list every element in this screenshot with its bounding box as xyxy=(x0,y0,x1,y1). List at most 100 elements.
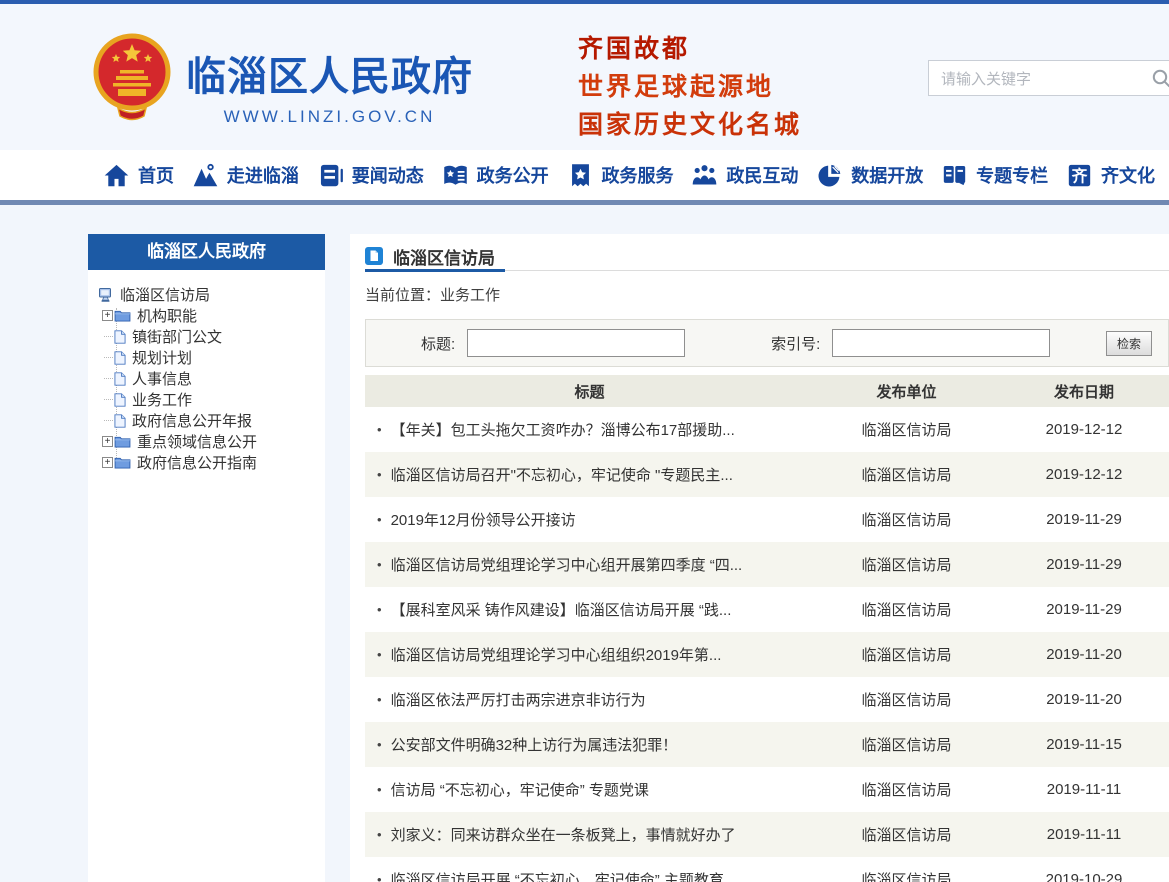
table-row[interactable]: • 临淄区依法严厉打击两宗进京非访行为 临淄区信访局 2019-11-20 xyxy=(365,677,1169,722)
sidebar-header: 临淄区人民政府 xyxy=(88,234,325,270)
nav-icon xyxy=(941,162,968,189)
search-icon[interactable] xyxy=(1151,68,1169,88)
table-row[interactable]: • 【展科室风采 铸作风建设】临淄区信访局开展 “践... 临淄区信访局 201… xyxy=(365,587,1169,632)
nav-label: 走进临淄 xyxy=(227,162,299,188)
nav-item[interactable]: 专题专栏 xyxy=(941,162,1048,189)
main-content: 临淄区信访局 当前位置：业务工作 标题: 索引号: 检索 标题 发布单位 发布日… xyxy=(350,234,1169,882)
article-title[interactable]: 临淄区信访局开展 “不忘初心、牢记使命” 主题教育... xyxy=(391,869,737,882)
breadcrumb-current[interactable]: 业务工作 xyxy=(440,287,500,304)
tree-item[interactable]: 业务工作 xyxy=(98,389,325,410)
expand-toggle-icon[interactable] xyxy=(98,310,114,321)
expand-toggle-icon[interactable] xyxy=(98,436,114,447)
bullet-icon: • xyxy=(377,782,382,797)
table-row[interactable]: • 公安部文件明确32种上访行为属违法犯罪！ 临淄区信访局 2019-11-15 xyxy=(365,722,1169,767)
expand-toggle-icon[interactable] xyxy=(98,420,114,421)
nav-item[interactable]: 走进临淄 xyxy=(192,162,299,189)
nav-item[interactable]: 政务服务 xyxy=(567,162,674,189)
nav-item[interactable]: 要闻动态 xyxy=(317,162,424,189)
tree-item[interactable]: 重点领域信息公开 xyxy=(98,431,325,452)
index-filter-input[interactable] xyxy=(832,329,1050,357)
publish-unit: 临淄区信访局 xyxy=(814,509,999,530)
article-title[interactable]: 【年关】包工头拖欠工资咋办？淄博公布17部援助... xyxy=(391,419,735,440)
section-title: 临淄区信访局 xyxy=(393,244,495,269)
publish-date: 2019-12-12 xyxy=(999,466,1169,483)
table-row[interactable]: • 信访局 “不忘初心，牢记使命” 专题党课 临淄区信访局 2019-11-11 xyxy=(365,767,1169,812)
tree-item-icon xyxy=(114,393,126,407)
table-row[interactable]: • 临淄区信访局党组理论学习中心组组织2019年第... 临淄区信访局 2019… xyxy=(365,632,1169,677)
table-row[interactable]: • 【年关】包工头拖欠工资咋办？淄博公布17部援助... 临淄区信访局 2019… xyxy=(365,407,1169,452)
tree-item-label[interactable]: 机构职能 xyxy=(137,305,197,326)
nav-item[interactable]: 首页 xyxy=(103,162,174,189)
nav-item[interactable]: 政务公开 xyxy=(442,162,549,189)
table-row[interactable]: • 临淄区信访局开展 “不忘初心、牢记使命” 主题教育... 临淄区信访局 20… xyxy=(365,857,1169,882)
bullet-icon: • xyxy=(377,467,382,482)
nav-label: 专题专栏 xyxy=(976,162,1048,188)
tree-item-icon xyxy=(114,372,126,386)
article-title[interactable]: 信访局 “不忘初心，牢记使命” 专题党课 xyxy=(391,779,649,800)
tree-item-label[interactable]: 规划计划 xyxy=(132,347,192,368)
breadcrumb-label: 当前位置： xyxy=(365,287,440,304)
nav-label: 政民互动 xyxy=(726,162,798,188)
page-root: 临淄区人民政府 WWW.LINZI.GOV.CN 齐国故都 世界足球起源地 国家… xyxy=(0,0,1169,882)
article-title[interactable]: 【展科室风采 铸作风建设】临淄区信访局开展 “践... xyxy=(391,599,732,620)
publish-unit: 临淄区信访局 xyxy=(814,599,999,620)
slogan-line: 国家历史文化名城 xyxy=(578,106,802,144)
tree-item[interactable]: 镇街部门公文 xyxy=(98,326,325,347)
tree-item[interactable]: 政府信息公开年报 xyxy=(98,410,325,431)
nav-item[interactable]: 数据开放 xyxy=(816,162,923,189)
article-title[interactable]: 临淄区信访局党组理论学习中心组组织2019年第... xyxy=(391,644,722,665)
title-filter-input[interactable] xyxy=(467,329,685,357)
expand-toggle-icon[interactable] xyxy=(98,378,114,379)
tree-item[interactable]: 人事信息 xyxy=(98,368,325,389)
nav-label: 政务公开 xyxy=(477,162,549,188)
tree-item[interactable]: 临淄区信访局 xyxy=(98,284,325,305)
index-filter-label: 索引号: xyxy=(771,333,820,354)
table-row[interactable]: • 2019年12月份领导公开接访 临淄区信访局 2019-11-29 xyxy=(365,497,1169,542)
site-title: 临淄区人民政府 xyxy=(186,44,473,102)
tree-item[interactable]: 政府信息公开指南 xyxy=(98,452,325,473)
article-title[interactable]: 2019年12月份领导公开接访 xyxy=(391,509,576,530)
tree-item-label[interactable]: 人事信息 xyxy=(132,368,192,389)
tree-item-icon xyxy=(98,287,114,303)
publish-date: 2019-11-29 xyxy=(999,511,1169,528)
tree-item-label[interactable]: 政府信息公开指南 xyxy=(137,452,257,473)
tree-item-label[interactable]: 业务工作 xyxy=(132,389,192,410)
filter-panel: 标题: 索引号: 检索 xyxy=(365,319,1169,367)
expand-toggle-icon[interactable] xyxy=(98,399,114,400)
table-row[interactable]: • 临淄区信访局召开"不忘初心，牢记使命 "专题民主... 临淄区信访局 201… xyxy=(365,452,1169,497)
article-title[interactable]: 临淄区信访局召开"不忘初心，牢记使命 "专题民主... xyxy=(391,464,733,485)
tree-item[interactable]: 机构职能 xyxy=(98,305,325,326)
article-title[interactable]: 临淄区信访局党组理论学习中心组开展第四季度 “四... xyxy=(391,554,743,575)
publish-date: 2019-10-29 xyxy=(999,871,1169,882)
publish-unit: 临淄区信访局 xyxy=(814,734,999,755)
tree-item[interactable]: 规划计划 xyxy=(98,347,325,368)
search-submit-button[interactable]: 检索 xyxy=(1106,331,1152,356)
article-title[interactable]: 公安部文件明确32种上访行为属违法犯罪！ xyxy=(391,734,678,755)
bullet-icon: • xyxy=(377,512,382,527)
expand-toggle-icon[interactable] xyxy=(98,357,114,358)
tree-item-label[interactable]: 重点领域信息公开 xyxy=(137,431,257,452)
tree-item-label[interactable]: 镇街部门公文 xyxy=(132,326,222,347)
table-row[interactable]: • 刘家义：同来访群众坐在一条板凳上，事情就好办了 临淄区信访局 2019-11… xyxy=(365,812,1169,857)
table-row[interactable]: • 临淄区信访局党组理论学习中心组开展第四季度 “四... 临淄区信访局 201… xyxy=(365,542,1169,587)
bullet-icon: • xyxy=(377,602,382,617)
publish-date: 2019-11-29 xyxy=(999,601,1169,618)
site-title-block: 临淄区人民政府 WWW.LINZI.GOV.CN xyxy=(186,44,473,127)
search-input[interactable] xyxy=(939,63,1123,95)
table-header-row: 标题 发布单位 发布日期 xyxy=(365,375,1169,407)
tree-item-icon xyxy=(114,330,126,344)
expand-toggle-icon[interactable] xyxy=(98,457,114,468)
article-title[interactable]: 刘家义：同来访群众坐在一条板凳上，事情就好办了 xyxy=(391,824,736,845)
expand-toggle-icon[interactable] xyxy=(98,336,114,337)
nav-icon xyxy=(103,162,130,189)
tree-item-label[interactable]: 政府信息公开年报 xyxy=(132,410,252,431)
column-header-unit: 发布单位 xyxy=(814,381,999,402)
nav-label: 首页 xyxy=(138,162,174,188)
article-title[interactable]: 临淄区依法严厉打击两宗进京非访行为 xyxy=(391,689,646,710)
nav-item[interactable]: 齐 齐文化 xyxy=(1066,162,1155,189)
nav-item[interactable]: 政民互动 xyxy=(691,162,798,189)
bullet-icon: • xyxy=(377,422,382,437)
nav-icon xyxy=(442,162,469,189)
publish-unit: 临淄区信访局 xyxy=(814,464,999,485)
tree-item-label[interactable]: 临淄区信访局 xyxy=(120,284,210,305)
